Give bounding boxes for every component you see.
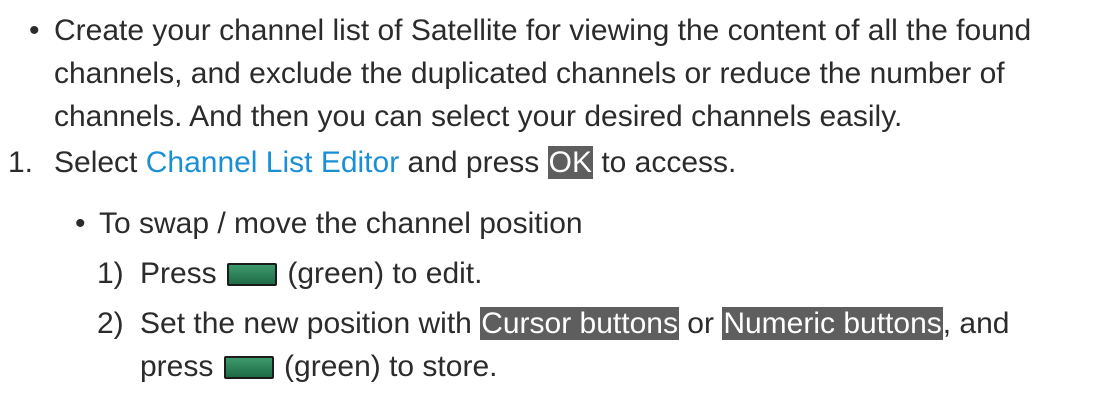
set-position-text: Set the new position with <box>140 307 481 340</box>
substep-2: 2) Set the new position with Cursor butt… <box>97 302 1087 388</box>
numeric-buttons-key: Numeric buttons <box>722 307 943 340</box>
step-number: 1. <box>8 146 34 179</box>
green-store-text: (green) to store. <box>275 350 498 383</box>
substep-number: 2) <box>97 307 124 340</box>
select-text: Select <box>54 146 146 179</box>
ok-key: OK <box>547 146 593 179</box>
intro-bullet-item: • Create your channel list of Satellite … <box>29 9 1091 138</box>
green-key-icon <box>227 263 278 286</box>
bullet-marker: • <box>75 207 86 240</box>
cursor-buttons-key: Cursor buttons <box>480 307 679 340</box>
or-text: or <box>678 307 723 340</box>
and-press-text: and press <box>399 146 548 179</box>
green-edit-text: (green) to edit. <box>279 257 483 290</box>
substep-1-text: Press (green) to edit. <box>140 252 1087 295</box>
swap-bullet-item: • To swap / move the channel position <box>75 202 583 245</box>
press-text: Press <box>140 257 226 290</box>
swap-text: To swap / move the channel position <box>99 207 583 240</box>
substep-number: 1) <box>97 257 124 290</box>
substep-2-text: Set the new position with Cursor buttons… <box>140 302 1087 388</box>
green-key-icon <box>223 356 274 379</box>
substep-1: 1) Press (green) to edit. <box>97 252 1087 295</box>
to-access-text: to access. <box>592 146 737 179</box>
step-1-text: Select Channel List Editor and press OK … <box>54 141 1095 184</box>
channel-list-editor-link[interactable]: Channel List Editor <box>146 146 399 179</box>
intro-text: Create your channel list of Satellite fo… <box>54 14 1032 133</box>
step-1: 1. Select Channel List Editor and press … <box>0 141 1095 184</box>
bullet-marker: • <box>29 14 40 47</box>
